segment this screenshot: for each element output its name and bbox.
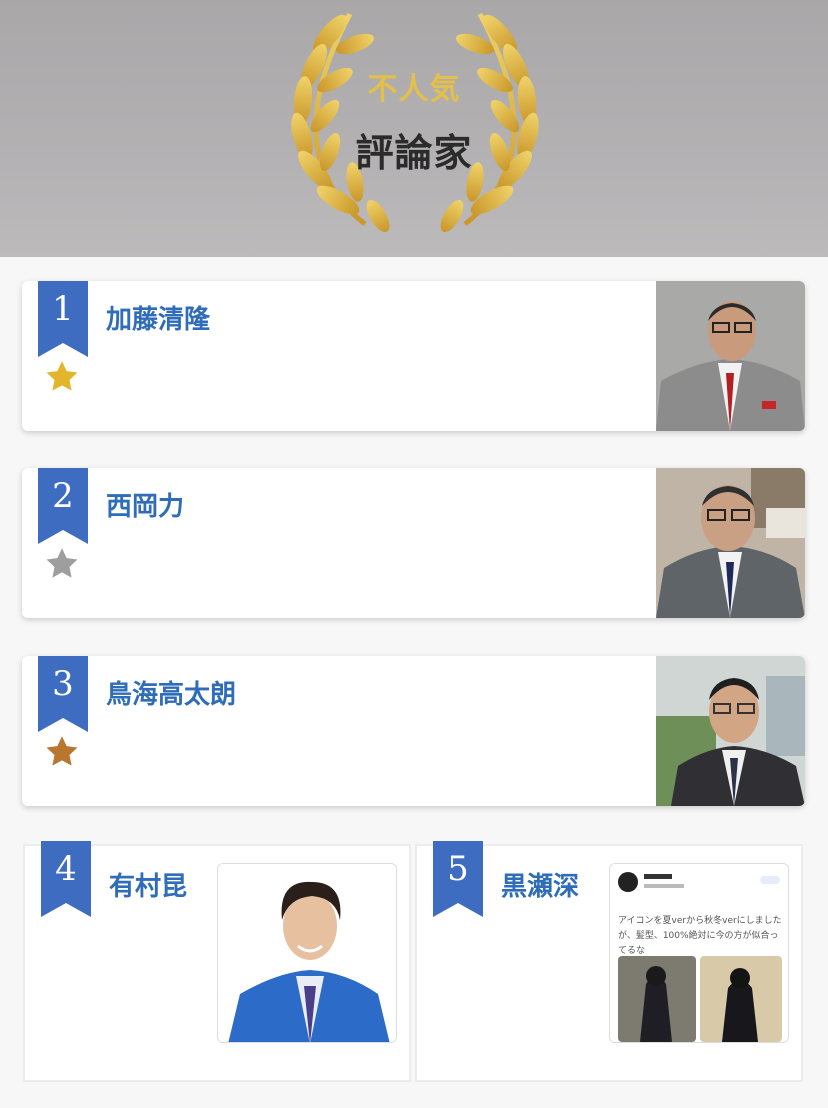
critic-name[interactable]: 黒瀬深 xyxy=(501,866,579,903)
rank-number: 3 xyxy=(52,664,74,704)
tweet-screenshot: アイコンを夏verから秋冬verにしましたが、髪型、100%絶対に今の方が似合っ… xyxy=(609,863,789,1043)
ranking-card-5[interactable]: 5 黒瀬深 アイコンを夏verから秋冬verにしましたが、髪型、100%絶対に今… xyxy=(415,841,803,1082)
ranking-card-3[interactable]: 3 鳥海高太朗 xyxy=(22,656,805,806)
rank-number: 1 xyxy=(52,289,74,329)
critic-name[interactable]: 加藤清隆 xyxy=(106,299,210,336)
header-subtitle: 不人気 xyxy=(367,72,461,107)
critic-photo xyxy=(656,468,805,618)
star-icon xyxy=(46,736,78,766)
rank-number: 2 xyxy=(52,476,74,516)
tweet-text: アイコンを夏verから秋冬verにしましたが、髪型、100%絶対に今の方が似合っ… xyxy=(618,916,782,956)
critic-name[interactable]: 鳥海高太朗 xyxy=(106,674,236,711)
star-icon xyxy=(46,361,78,391)
ribbon-badge-icon: 4 xyxy=(41,841,91,917)
critic-photo xyxy=(217,863,397,1043)
page-header: 不人気 評論家 xyxy=(0,0,828,257)
ribbon-badge-icon: 1 xyxy=(38,281,88,357)
critic-photo xyxy=(656,656,805,806)
critic-name[interactable]: 有村昆 xyxy=(109,866,187,903)
critic-photo xyxy=(656,281,805,431)
ribbon-badge-icon: 2 xyxy=(38,468,88,544)
header-title: 評論家 xyxy=(355,131,473,175)
ribbon-badge-icon: 3 xyxy=(38,656,88,732)
critic-name[interactable]: 西岡力 xyxy=(106,486,184,523)
star-icon xyxy=(46,548,78,578)
ribbon-badge-icon: 5 xyxy=(433,841,483,917)
ranking-card-4[interactable]: 4 有村昆 xyxy=(23,841,411,1082)
rank-number: 4 xyxy=(55,849,77,889)
ranking-card-2[interactable]: 2 西岡力 xyxy=(22,468,805,618)
ranking-card-1[interactable]: 1 加藤清隆 xyxy=(22,281,805,431)
rank-number: 5 xyxy=(447,849,469,889)
